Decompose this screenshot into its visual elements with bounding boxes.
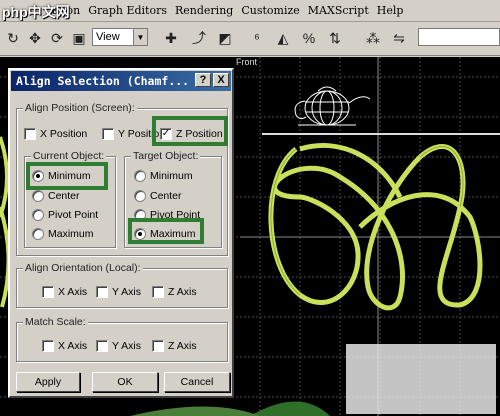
rotate-icon[interactable]: ↻ [2,27,24,49]
menu-help[interactable]: Help [377,4,404,17]
current-object-title: Current Object: [31,150,107,162]
move-icon[interactable]: ✥ [24,27,46,49]
main-toolbar: ↻ ✥ ⟳ ▣ View ▼ ✚ ⤴ ◩ ⁶ ◭ % ⇅ ⁂ ⇋ [0,22,500,56]
pivot-icon[interactable]: ✚ [160,27,182,49]
orient-z-box[interactable] [152,286,164,298]
knot-wireframe [268,143,483,311]
target-maximum-highlight [128,218,204,244]
scale-z-label: Z Axis [168,340,197,352]
x-position-label: X Position [40,128,88,140]
align-orientation-title: Align Orientation (Local): [23,262,143,274]
ok-button[interactable]: OK [92,372,158,392]
current-pivot-dot[interactable] [32,209,44,221]
menu-rendering[interactable]: Rendering [175,4,233,17]
align-selection-dialog: Align Selection (Chamf... ? X Align Posi… [8,68,234,398]
scale-y-box[interactable] [96,340,108,352]
site-logo: php中文网 [2,4,70,20]
scale-y-checkbox[interactable]: Y Axis [96,340,141,352]
orient-x-checkbox[interactable]: X Axis [42,286,87,298]
viewport-label[interactable]: Front [236,57,257,67]
orient-x-label: X Axis [58,286,88,298]
orient-y-box[interactable] [96,286,108,298]
match-scale-title: Match Scale: [23,316,88,328]
current-center-dot[interactable] [32,190,44,202]
scale-y-label: Y Axis [112,340,141,352]
align-position-title: Align Position (Screen): [23,102,137,114]
current-minimum-highlight [26,162,108,190]
current-center-label: Center [48,190,80,202]
current-maximum-label: Maximum [48,228,94,240]
rotate-tool-icon[interactable]: ⟳ [46,27,68,49]
named-selection-icon[interactable]: ⁂ [362,27,384,49]
apply-button[interactable]: Apply [16,372,80,392]
snap-3d-icon[interactable]: ⁶ [246,27,268,49]
target-minimum-label: Minimum [150,170,193,182]
orient-z-checkbox[interactable]: Z Axis [152,286,197,298]
z-position-highlight [152,116,228,146]
current-pivot-radio[interactable]: Pivot Point [32,209,98,221]
close-button[interactable]: X [213,73,229,87]
target-minimum-radio[interactable]: Minimum [134,170,193,182]
mirror-icon[interactable]: ⇋ [388,27,410,49]
scale-icon[interactable]: ▣ [68,27,90,49]
select-manipulate-icon[interactable]: ⤴ [188,27,210,49]
menu-bar: ation Graph Editors Rendering Customize … [0,0,500,22]
target-center-radio[interactable]: Center [134,190,182,202]
dialog-title: Align Selection (Chamf... [16,74,190,88]
scale-z-box[interactable] [152,340,164,352]
x-position-box[interactable] [24,128,36,140]
target-center-label: Center [150,190,182,202]
x-position-checkbox[interactable]: X Position [24,128,87,140]
scale-x-checkbox[interactable]: X Axis [42,340,87,352]
menu-graph-editors[interactable]: Graph Editors [88,4,167,17]
spinner-snap-icon[interactable]: ⇅ [324,27,346,49]
target-object-title: Target Object: [131,150,201,162]
target-center-dot[interactable] [134,190,146,202]
percent-snap-icon[interactable]: % [298,27,320,49]
coordinate-system-select[interactable]: View ▼ [92,28,148,46]
menu-customize[interactable]: Customize [241,4,299,17]
current-pivot-label: Pivot Point [48,209,99,221]
scale-x-label: X Axis [58,340,88,352]
current-maximum-radio[interactable]: Maximum [32,228,94,240]
chevron-down-icon[interactable]: ▼ [133,29,147,45]
angle-snap-icon[interactable]: ◭ [272,27,294,49]
orient-x-box[interactable] [42,286,54,298]
scale-z-checkbox[interactable]: Z Axis [152,340,197,352]
target-minimum-dot[interactable] [134,170,146,182]
named-selection-sets-field[interactable] [418,28,500,46]
orient-z-label: Z Axis [168,286,197,298]
help-button[interactable]: ? [195,73,211,87]
watermark-overlay [346,344,496,414]
orient-y-checkbox[interactable]: Y Axis [96,286,141,298]
keyboard-shortcut-icon[interactable]: ◩ [214,27,236,49]
coordinate-system-value: View [96,31,120,43]
current-maximum-dot[interactable] [32,228,44,240]
menu-maxscript[interactable]: MAXScript [308,4,369,17]
y-position-box[interactable] [102,128,114,140]
teapot-wireframe [294,86,371,126]
orient-y-label: Y Axis [112,286,141,298]
current-center-radio[interactable]: Center [32,190,80,202]
cancel-button[interactable]: Cancel [164,372,230,392]
scale-x-box[interactable] [42,340,54,352]
